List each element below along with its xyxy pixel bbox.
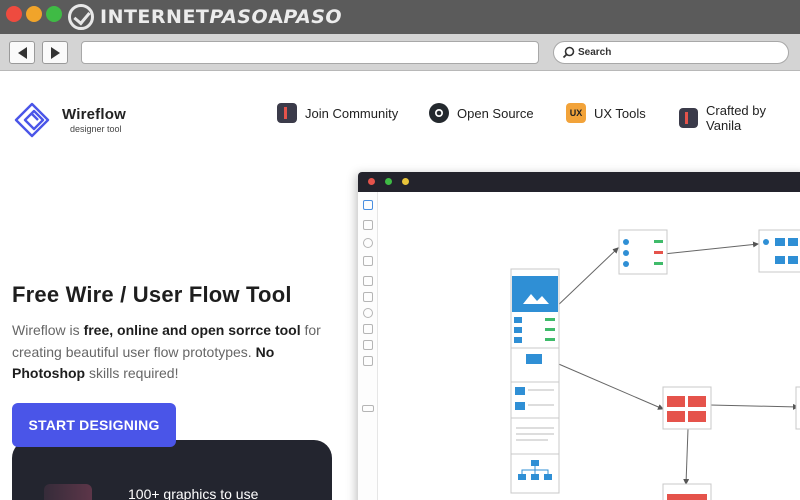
menu-item-open-source[interactable]: Open Source (429, 103, 534, 123)
graphics-promo-card[interactable]: 100+ graphics to use (12, 440, 332, 500)
menu-item-label: UX Tools (594, 105, 646, 121)
browser-navbar: Search (0, 34, 800, 71)
brand-logo[interactable]: Wireflow designer tool (12, 100, 126, 140)
arrow-left-icon (17, 46, 27, 59)
maximize-window-button[interactable] (46, 6, 62, 22)
browser-search-input[interactable]: Search (553, 41, 789, 64)
search-icon (562, 46, 575, 59)
menu-item-crafted-by-vanila[interactable]: Crafted by Vanila (679, 103, 800, 133)
wireframe-phone-column (510, 268, 560, 494)
wireflow-logo-icon (14, 102, 50, 138)
menu-item-label: Open Source (457, 105, 534, 121)
watermark-logo: INTERNETPASOAPASO (68, 4, 342, 30)
browser-titlebar: INTERNETPASOAPASO (0, 0, 800, 34)
flow-canvas (510, 229, 800, 500)
menu-item-label: Crafted by Vanila (706, 103, 767, 133)
wireframe-partial-screen (795, 386, 800, 430)
menu-item-join-community[interactable]: Join Community (277, 103, 398, 123)
wireframe-detail-screen (758, 229, 800, 273)
menu-item-label: Join Community (305, 105, 399, 121)
wireframe-bottom-screen (662, 483, 712, 500)
wireframe-grid-screen (662, 386, 712, 430)
brand-tagline: designer tool (70, 124, 122, 134)
vanila-icon (679, 108, 699, 128)
ux-tools-icon: UX (566, 103, 586, 123)
github-icon (429, 103, 449, 123)
community-icon (277, 103, 297, 123)
hero-title: Free Wire / User Flow Tool (12, 282, 292, 307)
minimize-window-button[interactable] (26, 6, 42, 22)
promo-card-text: 100+ graphics to use (128, 486, 259, 500)
address-bar[interactable] (81, 41, 539, 64)
search-placeholder: Search (578, 47, 612, 58)
close-window-button[interactable] (6, 6, 22, 22)
hero-description: Wireflow is free, online and open sorrce… (12, 322, 321, 381)
back-button[interactable] (9, 41, 35, 64)
wireframe-list-screen (618, 229, 668, 275)
menu-item-ux-tools[interactable]: UX UX Tools (566, 103, 646, 123)
arrow-right-icon (50, 46, 60, 59)
promo-thumbnail (44, 484, 92, 500)
brand-name: Wireflow (62, 106, 126, 123)
start-designing-button[interactable]: START DESIGNING (12, 403, 176, 447)
app-preview-window (358, 172, 800, 500)
forward-button[interactable] (42, 41, 68, 64)
watermark-text: INTERNETPASOAPASO (100, 6, 343, 28)
checkmark-icon (68, 4, 94, 30)
